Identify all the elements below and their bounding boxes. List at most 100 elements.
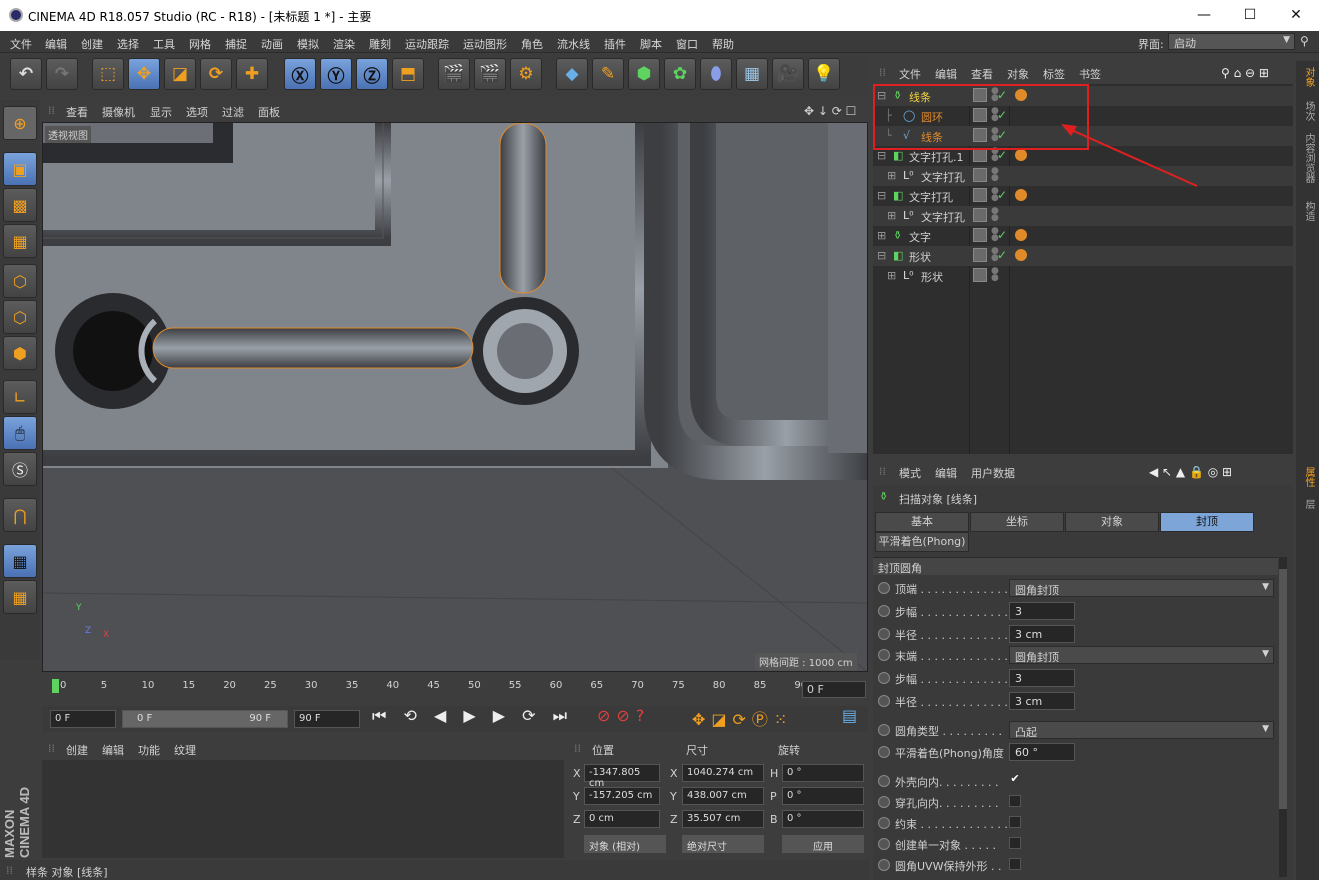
- film-strip-icon[interactable]: ▤: [842, 706, 857, 725]
- objects-menu-bookmarks[interactable]: 书签: [1079, 66, 1101, 82]
- uvw-checkbox[interactable]: [1009, 858, 1021, 870]
- menu-render[interactable]: 渲染: [333, 36, 355, 52]
- viewport-menu-filter[interactable]: 过滤: [222, 104, 244, 120]
- texture-mode-button[interactable]: ▩: [3, 188, 37, 222]
- pos-x-field[interactable]: -1347.805 cm: [584, 764, 660, 789]
- tab-coord[interactable]: 坐标: [970, 512, 1064, 532]
- minimize-button[interactable]: —: [1181, 4, 1227, 28]
- playback-controls[interactable]: ⏮ ⟲ ◀ ▶ ▶ ⟳ ⏭: [372, 706, 573, 726]
- z-axis-button[interactable]: Ⓩ: [356, 58, 388, 90]
- radio-icon[interactable]: [878, 582, 890, 594]
- prop-start[interactable]: 顶端 . . . . . . . . . . . . . . 圆角封顶 ▼: [873, 578, 1274, 598]
- workplane-button[interactable]: ▦: [3, 224, 37, 258]
- object-row-text-hole-child[interactable]: ⊞ L⁰ 文字打孔 ● ●: [873, 206, 1293, 226]
- object-row-text[interactable]: ⊞ ⚱ 文字 ● ● ✓: [873, 226, 1293, 246]
- attr-menu-edit[interactable]: 编辑: [935, 465, 957, 481]
- phong-angle-field[interactable]: 60 °: [1009, 743, 1075, 761]
- objects-menu-view[interactable]: 查看: [971, 66, 993, 82]
- live-selection-button[interactable]: ⬚: [92, 58, 124, 90]
- attr-nav-icons[interactable]: ◀ ↖ ▲ 🔒 ◎ ⊞: [1149, 465, 1232, 479]
- objects-menu-file[interactable]: 文件: [899, 66, 921, 82]
- size-mode-dropdown[interactable]: 绝对尺寸: [682, 835, 764, 853]
- prop-uvw[interactable]: 圆角UVW保持外形 . .: [873, 855, 1273, 875]
- pen-button[interactable]: ✎: [592, 58, 624, 90]
- cube-button[interactable]: ◆: [556, 58, 588, 90]
- tab-content-browser[interactable]: 内容浏览器: [1301, 133, 1316, 183]
- viewport-menu-view[interactable]: 查看: [66, 104, 88, 120]
- radius-field[interactable]: 3 cm: [1009, 625, 1075, 643]
- steps-field[interactable]: 3: [1009, 602, 1075, 620]
- y-axis-button[interactable]: Ⓨ: [320, 58, 352, 90]
- hole-inwards-checkbox[interactable]: [1009, 795, 1021, 807]
- phong-tag-icon[interactable]: [1015, 189, 1027, 201]
- menu-create[interactable]: 创建: [81, 36, 103, 52]
- keyframe-controls[interactable]: ⊘⊘?: [597, 706, 650, 725]
- tweak-mode-button[interactable]: 🖱: [3, 416, 37, 450]
- radio-icon[interactable]: [878, 649, 890, 661]
- end-dropdown[interactable]: 圆角封顶 ▼: [1009, 646, 1274, 664]
- menu-simulate[interactable]: 模拟: [297, 36, 319, 52]
- pos-y-field[interactable]: -157.205 cm: [584, 787, 660, 805]
- radio-icon[interactable]: [878, 838, 890, 850]
- tab-layers[interactable]: 层: [1301, 499, 1316, 509]
- viewport-nav-icons[interactable]: ✥ ↓ ⟳ ☐: [804, 104, 856, 118]
- constrain-checkbox[interactable]: [1009, 816, 1021, 828]
- rot-p-field[interactable]: 0 °: [782, 787, 864, 805]
- mat-menu-edit[interactable]: 编辑: [102, 742, 124, 758]
- scale-tool-button[interactable]: ◪: [164, 58, 196, 90]
- axis-mode-button[interactable]: ∟: [3, 380, 37, 414]
- phong-tag-icon[interactable]: [1015, 249, 1027, 261]
- apply-button[interactable]: 应用: [782, 835, 864, 853]
- mograph-button[interactable]: ✿: [664, 58, 696, 90]
- radio-icon[interactable]: [878, 796, 890, 808]
- radio-icon[interactable]: [878, 605, 890, 617]
- prop-end-steps[interactable]: 步幅 . . . . . . . . . . . . . .3: [873, 668, 1273, 688]
- enabled-check-icon[interactable]: ✓: [997, 228, 1007, 242]
- menu-help[interactable]: 帮助: [712, 36, 734, 52]
- rot-h-field[interactable]: 0 °: [782, 764, 864, 782]
- prop-hole-inwards[interactable]: 穿孔向内. . . . . . . . .: [873, 792, 1273, 812]
- points-mode-button[interactable]: ⬡: [3, 264, 37, 298]
- menu-animate[interactable]: 动画: [261, 36, 283, 52]
- start-frame-field[interactable]: 0 F: [50, 710, 116, 728]
- enabled-check-icon[interactable]: ✓: [997, 188, 1007, 202]
- magnet-button[interactable]: ⋂: [3, 498, 37, 532]
- size-y-field[interactable]: 438.007 cm: [682, 787, 764, 805]
- model-mode-button[interactable]: ▣: [3, 152, 37, 186]
- close-button[interactable]: ✕: [1273, 4, 1319, 28]
- objects-menu-edit[interactable]: 编辑: [935, 66, 957, 82]
- steps-field[interactable]: 3: [1009, 669, 1075, 687]
- viewport-menu-camera[interactable]: 摄像机: [102, 104, 135, 120]
- visibility-dots[interactable]: ● ●: [991, 167, 999, 183]
- mat-menu-function[interactable]: 功能: [138, 742, 160, 758]
- objects-tool-icons[interactable]: ⚲ ⌂ ⊖ ⊞: [1221, 66, 1269, 80]
- radio-icon[interactable]: [878, 628, 890, 640]
- layout-dropdown[interactable]: 启动 ▼: [1168, 33, 1295, 50]
- menu-motion-tracking[interactable]: 运动跟踪: [405, 36, 449, 52]
- hull-inwards-checkbox[interactable]: ✔: [1009, 773, 1021, 786]
- move-tool-button[interactable]: ✥: [128, 58, 160, 90]
- menu-plugins[interactable]: 插件: [604, 36, 626, 52]
- pos-z-field[interactable]: 0 cm: [584, 810, 660, 828]
- attr-menu-userdata[interactable]: 用户数据: [971, 465, 1015, 481]
- rotate-tool-button[interactable]: ⟳: [200, 58, 232, 90]
- tab-caps[interactable]: 封顶: [1160, 512, 1254, 532]
- object-row-shape-child[interactable]: ⊞ L⁰ 形状 ● ●: [873, 266, 1293, 286]
- current-frame-field[interactable]: 0 F: [802, 681, 866, 698]
- prop-hull-inwards[interactable]: 外壳向内. . . . . . . . . ✔: [873, 771, 1273, 791]
- menu-character[interactable]: 角色: [521, 36, 543, 52]
- menu-tools[interactable]: 工具: [153, 36, 175, 52]
- radio-icon[interactable]: [878, 817, 890, 829]
- attr-menu-mode[interactable]: 模式: [899, 465, 921, 481]
- single-object-checkbox[interactable]: [1009, 837, 1021, 849]
- snap-button[interactable]: Ⓢ: [3, 452, 37, 486]
- phong-tag-icon[interactable]: [1015, 149, 1027, 161]
- x-axis-button[interactable]: Ⓧ: [284, 58, 316, 90]
- radio-icon[interactable]: [878, 724, 890, 736]
- coordinate-system-button[interactable]: ⬒: [392, 58, 424, 90]
- prop-phong-angle[interactable]: 平滑着色(Phong)角度 60 °: [873, 742, 1273, 762]
- end-frame-field[interactable]: 90 F: [294, 710, 360, 728]
- add-tool-button[interactable]: ✚: [236, 58, 268, 90]
- size-z-field[interactable]: 35.507 cm: [682, 810, 764, 828]
- radio-icon[interactable]: [878, 859, 890, 871]
